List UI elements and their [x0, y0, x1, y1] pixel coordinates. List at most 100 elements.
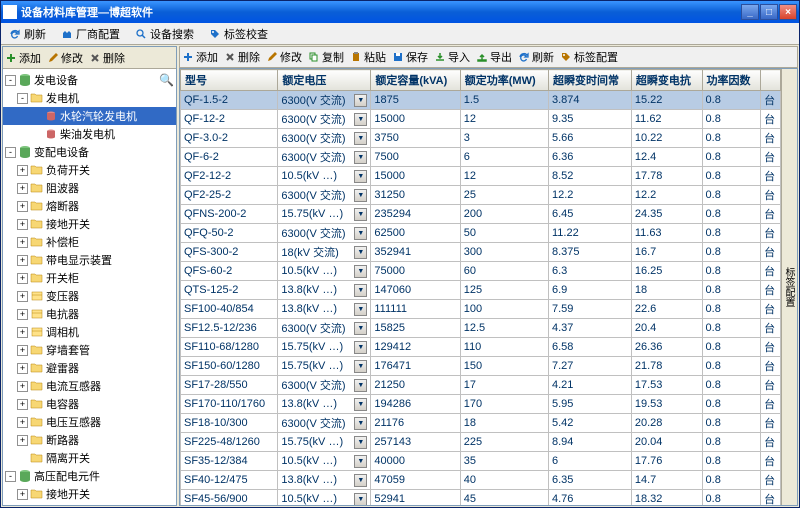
- table-cell[interactable]: 18: [460, 414, 548, 433]
- table-cell[interactable]: 0.8: [702, 129, 761, 148]
- tree-node[interactable]: 柴油发电机: [3, 125, 176, 143]
- table-cell[interactable]: 6300(V 交流)▼: [278, 224, 371, 243]
- table-cell[interactable]: 台: [761, 205, 781, 224]
- right-tb-copy[interactable]: 复制: [308, 49, 344, 65]
- table-cell[interactable]: 6.45: [549, 205, 632, 224]
- table-cell[interactable]: QTS-125-2: [181, 281, 278, 300]
- minimize-button[interactable]: _: [741, 4, 759, 20]
- menu-factory[interactable]: 厂商配置: [57, 25, 123, 43]
- col-header[interactable]: 功率因数: [702, 70, 761, 91]
- table-cell[interactable]: 6.36: [549, 148, 632, 167]
- right-tb-pencil[interactable]: 修改: [266, 49, 302, 65]
- tree-toggle[interactable]: -: [5, 75, 16, 86]
- table-cell[interactable]: 0.8: [702, 338, 761, 357]
- tree-toggle[interactable]: +: [17, 183, 28, 194]
- table-cell[interactable]: 6300(V 交流)▼: [278, 376, 371, 395]
- table-cell[interactable]: 0.8: [702, 186, 761, 205]
- table-cell[interactable]: 6300(V 交流)▼: [278, 319, 371, 338]
- table-cell[interactable]: QFQ-50-2: [181, 224, 278, 243]
- table-cell[interactable]: 12.2: [631, 186, 702, 205]
- table-cell[interactable]: 11.63: [631, 224, 702, 243]
- tree-node[interactable]: 隔离开关: [3, 449, 176, 467]
- tree-toggle[interactable]: -: [5, 147, 16, 158]
- table-cell[interactable]: 6.35: [549, 471, 632, 490]
- table-cell[interactable]: QFNS-200-2: [181, 205, 278, 224]
- tree-node[interactable]: +断路器: [3, 431, 176, 449]
- right-tb-save[interactable]: 保存: [392, 49, 428, 65]
- table-cell[interactable]: SF100-40/854: [181, 300, 278, 319]
- table-row[interactable]: SF100-40/85413.8(kV …)▼1111111007.5922.6…: [181, 300, 781, 319]
- table-cell[interactable]: 15.22: [631, 91, 702, 110]
- table-cell[interactable]: 110: [460, 338, 548, 357]
- table-cell[interactable]: 0.8: [702, 243, 761, 262]
- table-cell[interactable]: 0.8: [702, 110, 761, 129]
- tree-node[interactable]: -发电设备: [3, 71, 176, 89]
- table-cell[interactable]: 150: [460, 357, 548, 376]
- tree-node[interactable]: -高压配电元件: [3, 467, 176, 485]
- table-cell[interactable]: 60: [460, 262, 548, 281]
- menu-search[interactable]: 设备搜索: [131, 25, 197, 43]
- table-cell[interactable]: 1.5: [460, 91, 548, 110]
- table-cell[interactable]: QF2-12-2: [181, 167, 278, 186]
- table-cell[interactable]: 4.21: [549, 376, 632, 395]
- table-row[interactable]: QFS-300-218(kV 交流)▼3529413008.37516.70.8…: [181, 243, 781, 262]
- table-row[interactable]: SF225-48/126015.75(kV …)▼2571432258.9420…: [181, 433, 781, 452]
- table-cell[interactable]: QF2-25-2: [181, 186, 278, 205]
- table-cell[interactable]: 40000: [371, 452, 460, 471]
- table-cell[interactable]: 25: [460, 186, 548, 205]
- table-row[interactable]: QF-3.0-26300(V 交流)▼375035.6610.220.8台: [181, 129, 781, 148]
- dropdown-button[interactable]: ▼: [354, 113, 367, 126]
- table-cell[interactable]: 11.22: [549, 224, 632, 243]
- tree-toggle[interactable]: +: [17, 381, 28, 392]
- dropdown-button[interactable]: ▼: [354, 493, 367, 506]
- table-cell[interactable]: 0.8: [702, 224, 761, 243]
- table-cell[interactable]: 台: [761, 148, 781, 167]
- dropdown-button[interactable]: ▼: [354, 303, 367, 316]
- table-cell[interactable]: 62500: [371, 224, 460, 243]
- col-header[interactable]: 额定容量(kVA): [371, 70, 460, 91]
- table-cell[interactable]: 台: [761, 433, 781, 452]
- left-tb-plus[interactable]: 添加: [5, 50, 41, 66]
- table-row[interactable]: QFNS-200-215.75(kV …)▼2352942006.4524.35…: [181, 205, 781, 224]
- table-cell[interactable]: 台: [761, 281, 781, 300]
- dropdown-button[interactable]: ▼: [354, 379, 367, 392]
- table-cell[interactable]: 125: [460, 281, 548, 300]
- table-cell[interactable]: 0.8: [702, 471, 761, 490]
- left-tb-pencil[interactable]: 修改: [47, 50, 83, 66]
- table-cell[interactable]: 台: [761, 471, 781, 490]
- table-cell[interactable]: 176471: [371, 357, 460, 376]
- table-cell[interactable]: 8.375: [549, 243, 632, 262]
- tree-toggle[interactable]: +: [17, 399, 28, 410]
- table-cell[interactable]: 40: [460, 471, 548, 490]
- dropdown-button[interactable]: ▼: [354, 398, 367, 411]
- col-header[interactable]: [761, 70, 781, 91]
- table-cell[interactable]: 0.8: [702, 300, 761, 319]
- table-cell[interactable]: 6: [549, 452, 632, 471]
- tree-node[interactable]: +避雷器: [3, 359, 176, 377]
- tree-toggle[interactable]: +: [17, 489, 28, 500]
- table-cell[interactable]: 17: [460, 376, 548, 395]
- close-button[interactable]: ×: [779, 4, 797, 20]
- table-cell[interactable]: 13.8(kV …)▼: [278, 471, 371, 490]
- dropdown-button[interactable]: ▼: [354, 151, 367, 164]
- dropdown-button[interactable]: ▼: [354, 94, 367, 107]
- table-cell[interactable]: 6300(V 交流)▼: [278, 186, 371, 205]
- table-cell[interactable]: 12.2: [549, 186, 632, 205]
- table-cell[interactable]: 13.8(kV …)▼: [278, 300, 371, 319]
- tree-toggle[interactable]: +: [17, 345, 28, 356]
- table-cell[interactable]: SF35-12/384: [181, 452, 278, 471]
- right-tb-paste[interactable]: 粘贴: [350, 49, 386, 65]
- tree-node[interactable]: +电容器: [3, 395, 176, 413]
- table-cell[interactable]: 352941: [371, 243, 460, 262]
- maximize-button[interactable]: □: [760, 4, 778, 20]
- table-cell[interactable]: 20.4: [631, 319, 702, 338]
- tree-toggle[interactable]: +: [17, 363, 28, 374]
- table-cell[interactable]: 台: [761, 357, 781, 376]
- search-icon[interactable]: 🔍: [159, 73, 174, 87]
- table-cell[interactable]: 170: [460, 395, 548, 414]
- tree-node[interactable]: -发电机: [3, 89, 176, 107]
- tree-toggle[interactable]: +: [17, 219, 28, 230]
- table-cell[interactable]: 14.7: [631, 471, 702, 490]
- table-cell[interactable]: 15.75(kV …)▼: [278, 357, 371, 376]
- tree-node[interactable]: +接地开关: [3, 215, 176, 233]
